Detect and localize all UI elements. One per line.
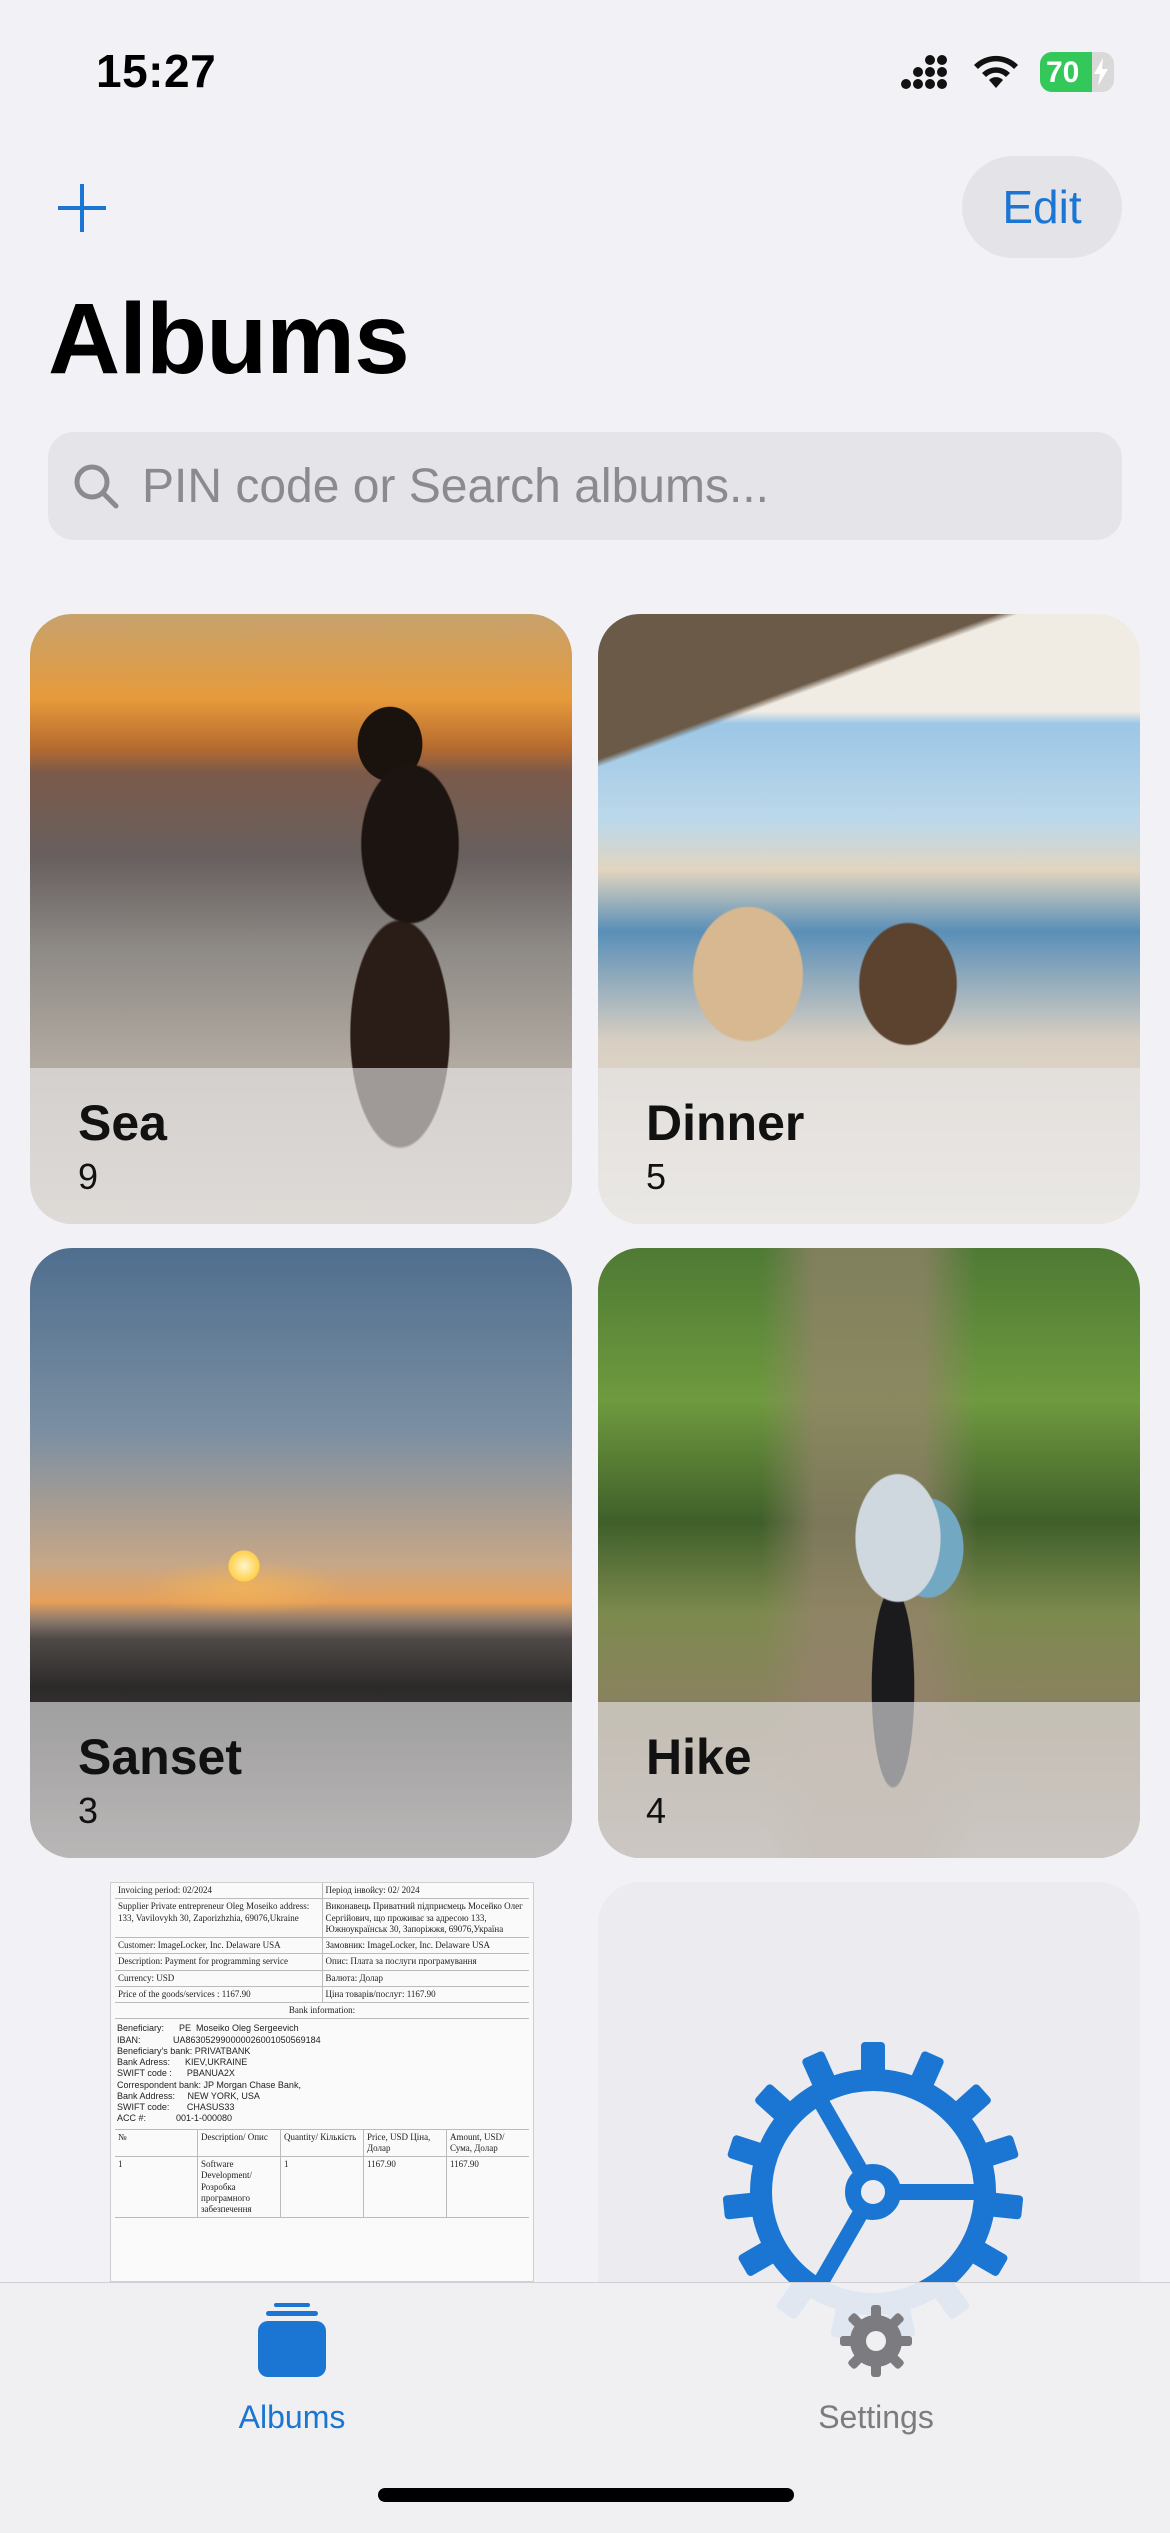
- invoice-table-cell: №: [118, 2131, 127, 2142]
- invoice-table-cell: 1: [118, 2159, 123, 2169]
- invoice-bank-info: Beneficiary: PE Moseiko Oleg Sergeevich …: [115, 2019, 529, 2130]
- battery-charging-icon: 70: [1040, 52, 1114, 92]
- invoice-bank-line: Bank Adress: KIEV,UKRAINE: [117, 2057, 248, 2067]
- invoice-customer-en: Customer: ImageLocker, Inc. Delaware USA: [118, 1940, 281, 1950]
- invoice-bank-line: Beneficiary: PE Moseiko Oleg Sergeevich: [117, 2023, 299, 2034]
- edit-button[interactable]: Edit: [962, 156, 1122, 258]
- invoice-supplier-ua: Виконавець Приватний підприємець Мосейко…: [321, 1899, 530, 1937]
- invoice-table-cell: Description/ Опис: [197, 2129, 280, 2156]
- invoice-description-en: Description: Payment for programming ser…: [118, 1956, 288, 1967]
- invoice-document-thumbnail: Invoicing period: 02/2024 Період інвойсу…: [110, 1882, 534, 2282]
- album-card-hike[interactable]: Hike 4: [598, 1248, 1140, 1858]
- invoice-table-cell: Quantity/ Кількість: [280, 2129, 363, 2156]
- battery-percent: 70: [1046, 56, 1080, 89]
- invoice-bank-line: Correspondent bank: JP Morgan Chase Bank…: [117, 2079, 301, 2090]
- album-card-invoice[interactable]: Invoicing period: 02/2024 Період інвойсу…: [30, 1882, 572, 2282]
- invoice-currency-en: Currency: USD: [118, 1972, 175, 1983]
- album-name: Dinner: [646, 1095, 805, 1151]
- invoice-bank-line: SWIFT code: CHASUS33: [117, 2102, 235, 2112]
- search-input[interactable]: PIN code or Search albums...: [48, 432, 1122, 540]
- album-name: Sanset: [78, 1729, 242, 1785]
- invoice-table-cell: Amount, USD/Сума, Долар: [446, 2129, 529, 2156]
- gear-icon: [840, 2305, 912, 2377]
- home-indicator: [378, 2488, 794, 2502]
- album-photo-count: 4: [646, 1790, 667, 1831]
- invoice-bank-line: IBAN: UA863052990000026001050569184: [117, 2034, 321, 2045]
- album-card-dinner[interactable]: Dinner 5: [598, 614, 1140, 1224]
- add-button[interactable]: [52, 178, 112, 238]
- invoice-row: Price of the goods/services : 1167.90 Ці…: [115, 1986, 530, 2003]
- album-photo-count: 9: [78, 1156, 99, 1197]
- invoice-row: Supplier Private entrepreneur Oleg Mosei…: [115, 1899, 529, 1938]
- charging-bolt-icon: [1094, 58, 1108, 86]
- album-card-sanset[interactable]: Sanset 3: [30, 1248, 572, 1858]
- invoice-row: Customer: ImageLocker, Inc. Delaware USA…: [115, 1938, 530, 1955]
- search-placeholder: PIN code or Search albums...: [142, 459, 769, 513]
- cellular-signal-icon: [901, 55, 947, 89]
- invoice-table-cell: Price, USD Ціна, Долар: [363, 2129, 446, 2156]
- invoice-table-row: 1 Software Development/Розробка програмн…: [115, 2157, 529, 2219]
- invoice-table-cell: Software Development/Розробка програмног…: [197, 2157, 280, 2218]
- album-photo-count: 3: [78, 1790, 99, 1831]
- invoice-period-ua: Період інвойсу: 02/ 2024: [321, 1883, 530, 1899]
- status-icons: 70: [900, 52, 1114, 92]
- invoice-period-en: Invoicing period: 02/2024: [118, 1885, 212, 1895]
- invoice-description-ua: Опис: Плата за послуги програмування: [321, 1954, 530, 1970]
- invoice-row: Invoicing period: 02/2024 Період інвойсу…: [115, 1883, 530, 1900]
- invoice-table-cell: 1: [280, 2157, 363, 2218]
- invoice-row: Currency: USD Валюта: Долар: [115, 1970, 530, 1987]
- invoice-table-header: № Description/ Опис Quantity/ Кількість …: [115, 2129, 529, 2157]
- album-name: Hike: [646, 1729, 752, 1785]
- plus-icon: [58, 184, 106, 232]
- invoice-bank-line: ACC #: 001-1-000080: [117, 2113, 233, 2124]
- page-title: Albums: [48, 283, 410, 395]
- invoice-row: Description: Payment for programming ser…: [115, 1954, 530, 1971]
- invoice-customer-ua: Замовник: ImageLocker, Inc. Delaware USA: [321, 1938, 530, 1954]
- status-bar: 15:27 70: [0, 0, 1170, 150]
- invoice-supplier-en: Supplier Private entrepreneur Oleg Mosei…: [118, 1901, 310, 1923]
- wifi-icon: [974, 55, 1018, 88]
- invoice-bank-line: SWIFT code : PBANUA2X: [117, 2068, 235, 2079]
- album-photo-count: 5: [646, 1156, 667, 1197]
- tab-settings[interactable]: Settings: [726, 2301, 1026, 2451]
- album-card-sea[interactable]: Sea 9: [30, 614, 572, 1224]
- invoice-bank-title: Bank information:: [115, 2003, 529, 2020]
- invoice-table-cell: 1167.90: [446, 2157, 529, 2218]
- invoice-price-ua: Ціна товарів/послуг: 1167.90: [321, 1986, 530, 2002]
- status-time: 15:27: [96, 45, 217, 97]
- albums-stack-icon: [258, 2303, 326, 2377]
- invoice-bank-line: Beneficiary's bank: PRIVATBANK: [117, 2045, 251, 2056]
- invoice-currency-ua: Валюта: Долар: [321, 1970, 530, 1986]
- invoice-table-cell: 1167.90: [363, 2157, 446, 2218]
- invoice-bank-line: Bank Address: NEW YORK, USA: [117, 2090, 260, 2101]
- album-name: Sea: [78, 1095, 167, 1151]
- tab-label: Albums: [238, 2399, 346, 2435]
- invoice-price-en: Price of the goods/services : 1167.90: [118, 1988, 251, 1999]
- search-icon: [74, 464, 119, 509]
- tab-albums[interactable]: Albums: [142, 2301, 442, 2451]
- tab-label: Settings: [818, 2399, 934, 2435]
